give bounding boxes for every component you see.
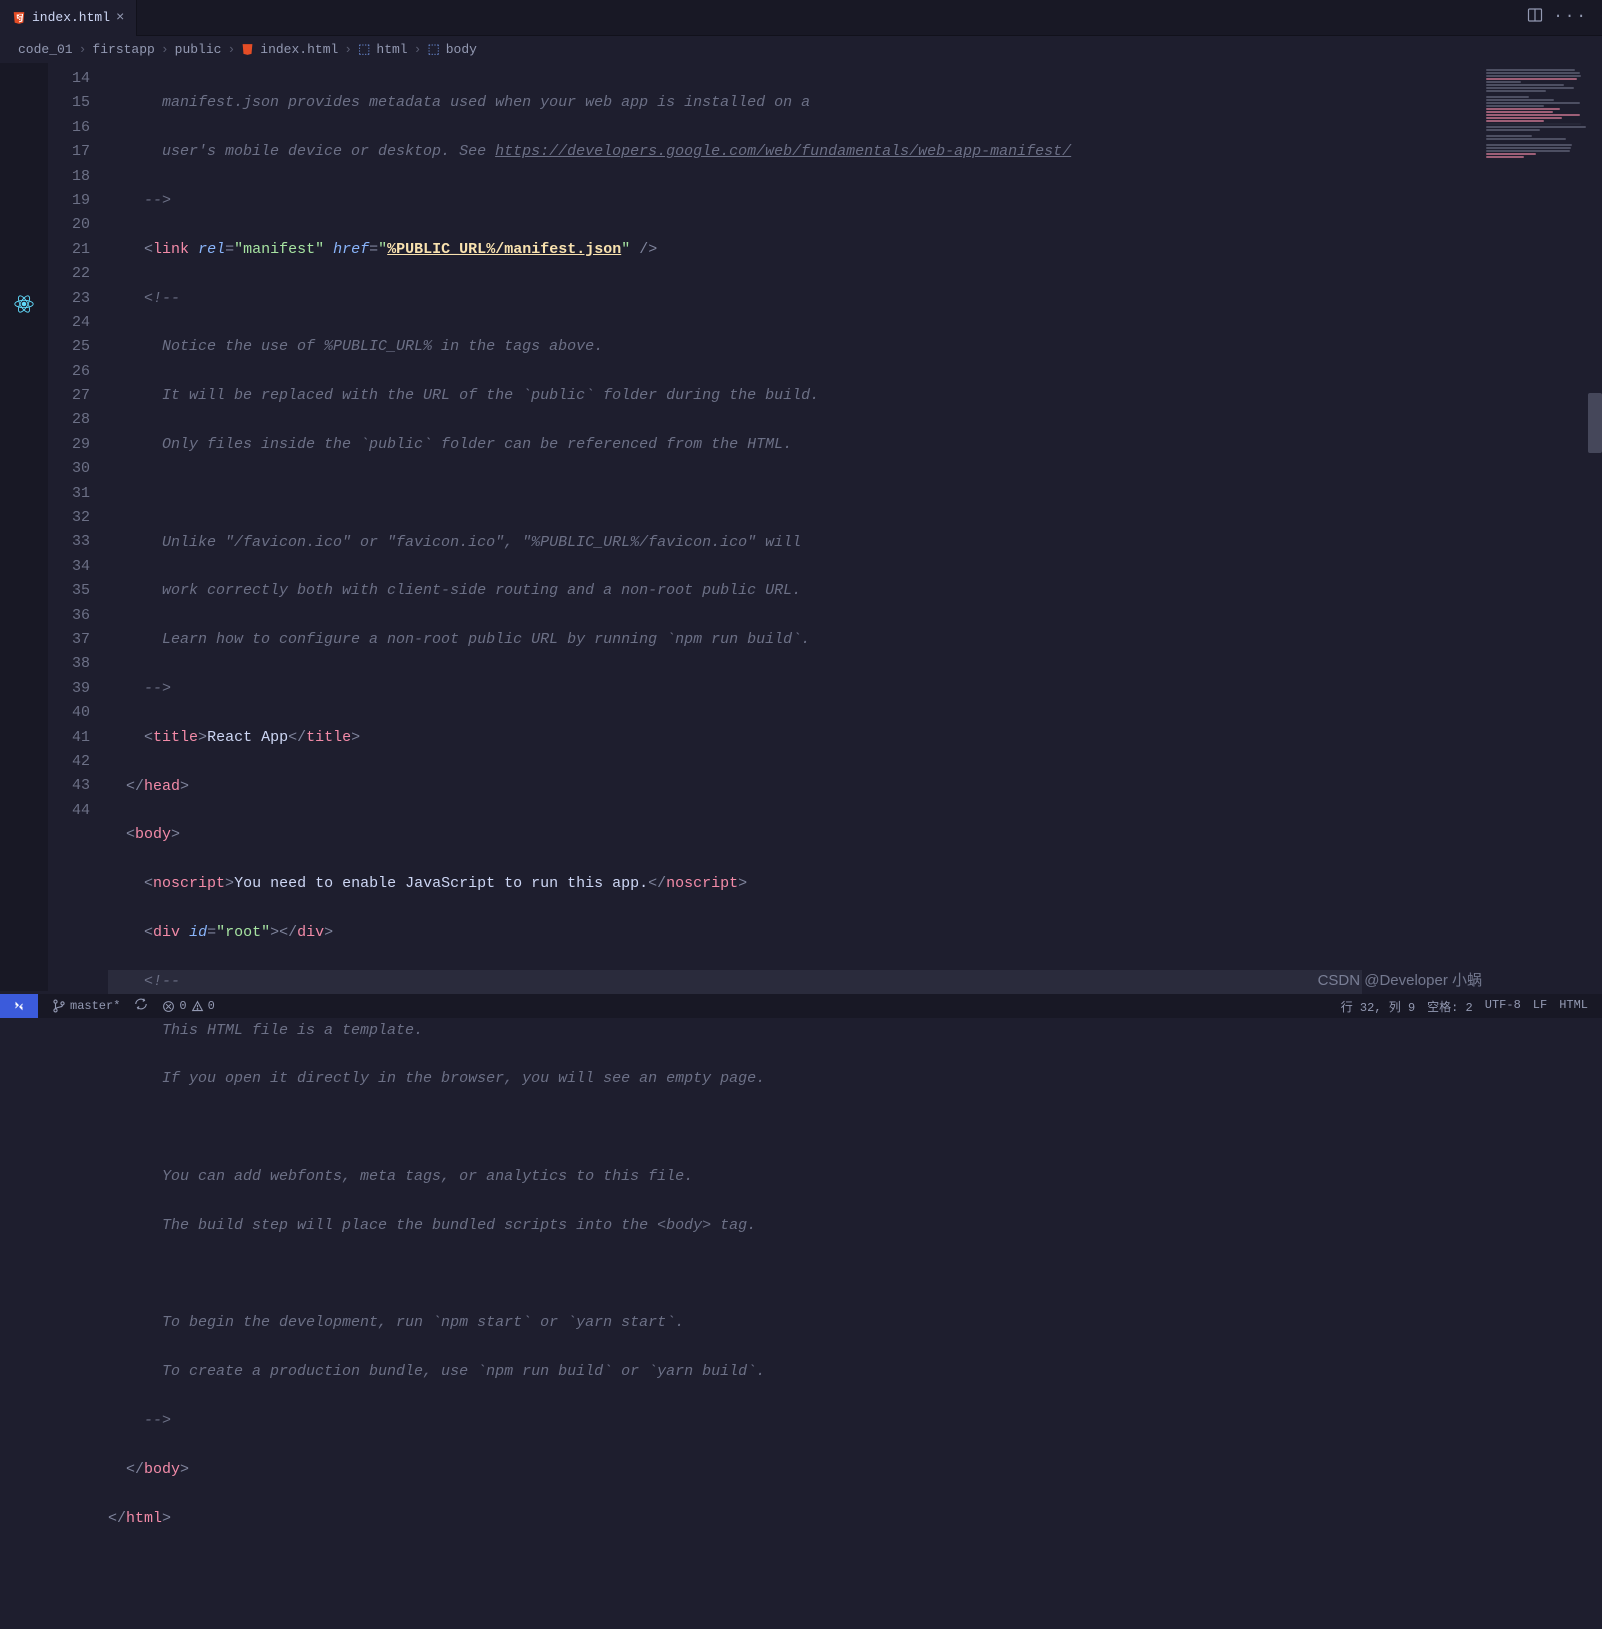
code-text: To begin the development, run `npm start… — [162, 1314, 684, 1331]
line-numbers: 1415161718192021222324252627282930313233… — [48, 63, 108, 991]
more-icon[interactable]: ··· — [1553, 7, 1588, 28]
warning-count: 0 — [208, 999, 215, 1013]
code-text: " — [378, 241, 387, 258]
symbol-icon: ⬚ — [427, 42, 439, 57]
code-text: To create a production bundle, use `npm … — [162, 1363, 765, 1380]
bc-public[interactable]: public — [175, 42, 222, 57]
html5-icon — [241, 43, 254, 56]
code-text: It will be replaced with the URL of the … — [162, 387, 819, 404]
code-text: If you open it directly in the browser, … — [162, 1070, 765, 1087]
code-text: "root" — [216, 924, 270, 941]
code-text: %PUBLIC_URL%/manifest.json — [387, 241, 621, 258]
code-text: --> — [144, 680, 171, 697]
encoding[interactable]: UTF-8 — [1485, 998, 1521, 1015]
error-count: 0 — [179, 999, 186, 1013]
sync-icon[interactable] — [134, 997, 148, 1015]
code-text: user's mobile device or desktop. See — [162, 143, 495, 160]
code-text: This HTML file is a template. — [162, 1022, 423, 1039]
minimap[interactable] — [1482, 63, 1602, 991]
code-text: <!-- — [144, 973, 180, 990]
react-icon[interactable] — [13, 293, 35, 315]
code-text: "manifest" — [234, 241, 324, 258]
chevron-right-icon: › — [161, 42, 169, 57]
code-link[interactable]: https://developers.google.com/web/fundam… — [495, 143, 1071, 160]
code-text: Learn how to configure a non-root public… — [162, 631, 810, 648]
indentation[interactable]: 空格: 2 — [1427, 998, 1473, 1015]
symbol-icon: ⬚ — [358, 42, 370, 57]
close-icon[interactable]: × — [116, 10, 124, 26]
language-mode[interactable]: HTML — [1559, 998, 1588, 1015]
chevron-right-icon: › — [227, 42, 235, 57]
code-text: <!-- — [144, 290, 180, 307]
tab-filename: index.html — [32, 10, 110, 25]
code-text: You need to enable JavaScript to run thi… — [234, 875, 648, 892]
tabbar-actions: ··· — [1513, 7, 1602, 28]
tab-indexhtml[interactable]: index.html × — [0, 0, 137, 36]
bc-html[interactable]: html — [376, 42, 407, 57]
chevron-right-icon: › — [79, 42, 87, 57]
code-text: Unlike "/favicon.ico" or "favicon.ico", … — [162, 534, 801, 551]
watermark: CSDN @Developer 小蜗 — [1318, 969, 1482, 990]
branch-name: master* — [70, 999, 120, 1013]
code-text: manifest.json provides metadata used whe… — [162, 94, 810, 111]
problems[interactable]: 0 0 — [162, 999, 214, 1013]
split-editor-icon[interactable] — [1527, 7, 1543, 28]
code-text: " — [621, 241, 630, 258]
code-text: The build step will place the bundled sc… — [162, 1217, 756, 1234]
code-text: --> — [144, 1412, 171, 1429]
code-text: React App — [207, 729, 288, 746]
chevron-right-icon: › — [414, 42, 422, 57]
bc-index[interactable]: index.html — [260, 42, 338, 57]
remote-button[interactable] — [0, 994, 38, 1018]
code-text: Only files inside the `public` folder ca… — [162, 436, 792, 453]
code-text: --> — [144, 192, 171, 209]
html5-icon — [12, 11, 26, 25]
git-branch-icon[interactable]: master* — [52, 999, 120, 1013]
code-text: Notice the use of %PUBLIC_URL% in the ta… — [162, 338, 603, 355]
bc-code01[interactable]: code_01 — [18, 42, 73, 57]
breadcrumb[interactable]: code_01 › firstapp › public › index.html › ⬚… — [0, 36, 1602, 63]
bc-body[interactable]: body — [446, 42, 477, 57]
cursor-position[interactable]: 行 32, 列 9 — [1341, 998, 1415, 1015]
tab-bar: index.html × ··· — [0, 0, 1602, 36]
editor-area: 1415161718192021222324252627282930313233… — [0, 63, 1602, 991]
status-bar: master* 0 0 行 32, 列 9 空格: 2 UTF-8 LF HTM… — [0, 994, 1602, 1018]
code-content[interactable]: manifest.json provides metadata used whe… — [108, 63, 1482, 991]
code-text: You can add webfonts, meta tags, or anal… — [162, 1168, 693, 1185]
code-text: work correctly both with client-side rou… — [162, 582, 801, 599]
bc-firstapp[interactable]: firstapp — [92, 42, 154, 57]
scrollbar-thumb[interactable] — [1588, 393, 1602, 453]
activity-bar — [0, 63, 48, 991]
eol[interactable]: LF — [1533, 998, 1547, 1015]
chevron-right-icon: › — [344, 42, 352, 57]
